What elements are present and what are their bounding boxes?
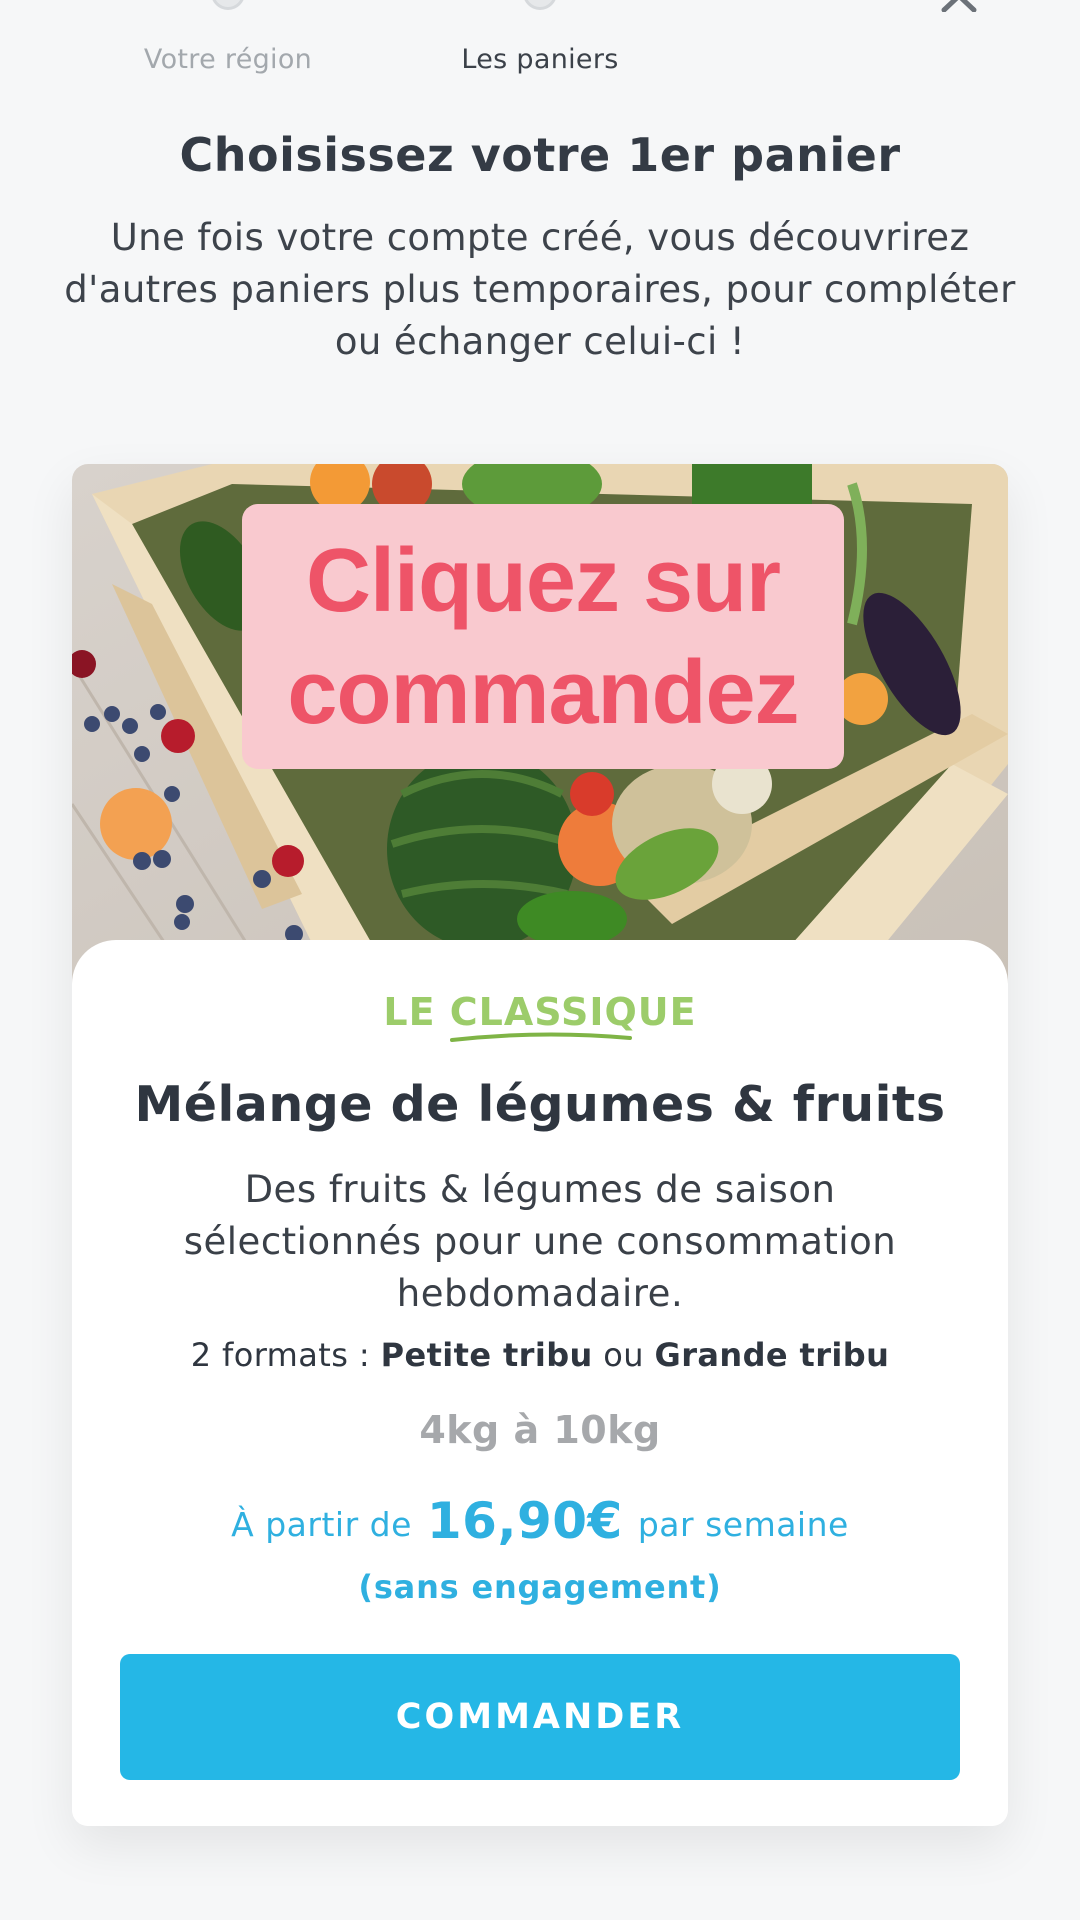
basket-kicker: LE CLASSIQUE bbox=[383, 990, 697, 1034]
overlay-hint-text: Cliquez sur commandez bbox=[287, 530, 799, 743]
kicker-underline bbox=[450, 1032, 632, 1042]
formats-separator: ou bbox=[592, 1336, 655, 1374]
progress-stepper: Votre région Les paniers bbox=[0, 0, 1080, 110]
price-amount: 16,90€ bbox=[426, 1492, 623, 1550]
step-region-label: Votre région bbox=[143, 44, 313, 75]
step-baskets-label: Les paniers bbox=[461, 44, 619, 75]
format-option-small: Petite tribu bbox=[380, 1336, 593, 1374]
step-current-dot bbox=[523, 0, 557, 10]
formats-prefix: 2 formats : bbox=[190, 1336, 381, 1374]
step-done-dot bbox=[211, 0, 245, 10]
basket-card-body: LE CLASSIQUE Mélange de légumes & fruits… bbox=[72, 940, 1008, 1826]
price-suffix: par semaine bbox=[637, 1505, 849, 1544]
basket-card[interactable]: Cliquez sur commandez LE CLASSIQUE Mélan… bbox=[72, 464, 1008, 1826]
overlay-hint-banner: Cliquez sur commandez bbox=[242, 504, 844, 769]
format-option-large: Grande tribu bbox=[654, 1336, 890, 1374]
price-commitment-note: (sans engagement) bbox=[358, 1568, 722, 1606]
basket-weight-range: 4kg à 10kg bbox=[419, 1408, 661, 1452]
page-title: Choisissez votre 1er panier bbox=[179, 128, 901, 182]
basket-formats: 2 formats : Petite tribu ou Grande tribu bbox=[72, 1336, 1008, 1374]
close-icon[interactable] bbox=[934, 0, 984, 12]
basket-description: Des fruits & légumes de saison sélection… bbox=[183, 1168, 897, 1315]
page-subtitle: Une fois votre compte créé, vous découvr… bbox=[64, 216, 1016, 363]
price-prefix: À partir de bbox=[231, 1505, 412, 1544]
basket-price-line: À partir de 16,90€ par semaine bbox=[72, 1492, 1008, 1550]
basket-title: Mélange de légumes & fruits bbox=[134, 1076, 946, 1133]
order-button[interactable]: COMMANDER bbox=[120, 1654, 960, 1780]
